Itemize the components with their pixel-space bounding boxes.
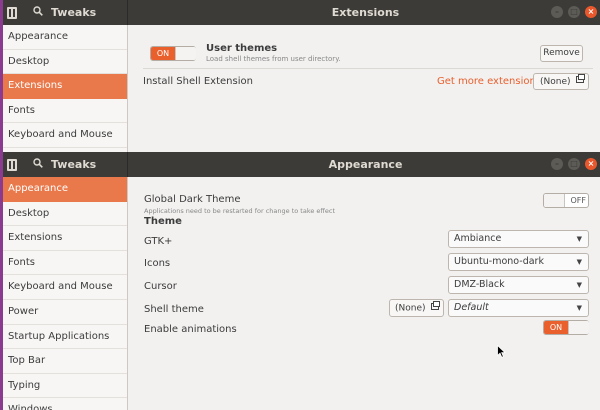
sidebar-item-desktop[interactable]: Desktop [3,50,127,75]
dropdown-arrow-icon: ▼ [576,304,582,312]
tweaks-app-icon [7,6,17,19]
minimize-icon[interactable]: – [551,158,563,170]
sidebar-item-extensions[interactable]: Extensions [3,74,127,99]
sidebar-item-appearance[interactable]: Appearance [3,25,127,50]
remove-button[interactable]: Remove [540,45,583,62]
tweaks-app-icon [7,158,17,171]
install-file-button[interactable]: (None) [533,73,589,90]
file-button-label: (None) [540,77,571,87]
maximize-icon[interactable]: □ [568,6,580,18]
user-themes-title: User themes [206,43,278,54]
sidebar-item-extensions[interactable]: Extensions [3,226,127,251]
cursor-theme-value: DMZ-Black [454,279,505,290]
global-dark-theme-subtitle: Applications need to be restarted for ch… [144,207,336,215]
file-icon [576,74,586,89]
shell-theme-value: Default [454,302,489,313]
enable-animations-toggle[interactable]: ON [543,320,589,335]
sidebar-item-windows[interactable]: Windows [3,398,127,410]
gtk-theme-value: Ambiance [454,233,502,244]
shell-theme-file-button[interactable]: (None) [389,299,444,317]
appearance-panel: Global Dark Theme Applications need to b… [129,177,600,410]
titlebar-left: Tweaks [3,152,128,177]
install-shell-extension-label: Install Shell Extension [143,76,253,87]
sidebar-item-fonts[interactable]: Fonts [3,251,127,276]
global-dark-theme-toggle[interactable]: OFF [543,193,589,208]
gtk-theme-dropdown[interactable]: Ambiance ▼ [448,230,589,248]
dropdown-arrow-icon: ▼ [576,258,582,266]
toggle-knob [544,194,565,207]
dropdown-arrow-icon: ▼ [576,281,582,289]
toggle-knob [568,321,589,334]
toggle-on-label: ON [544,321,568,334]
titlebar-title-area: Extensions – □ × [128,0,600,25]
sidebar-item-keyboard-and-mouse[interactable]: Keyboard and Mouse [3,275,127,300]
divider [143,68,593,69]
window-title: Extensions [331,6,400,19]
sidebar-item-startup-applications[interactable]: Startup Applications [3,325,127,350]
sidebar-item-power[interactable]: Power [3,300,127,325]
close-icon[interactable]: × [585,6,597,18]
icons-theme-value: Ubuntu-mono-dark [454,256,544,267]
toggle-off-label: OFF [570,196,587,205]
toggle-on-label: ON [151,47,175,60]
mouse-pointer-icon [497,343,507,362]
window-title: Appearance [328,158,403,171]
get-more-extensions-link[interactable]: Get more extensions [437,76,541,87]
sidebar-item-keyboard-and-mouse[interactable]: Keyboard and Mouse [3,123,127,148]
window-controls: – □ × [551,158,597,170]
sidebar-item-appearance[interactable]: Appearance [3,177,127,202]
titlebar[interactable]: Tweaks Extensions – □ × [3,0,600,25]
titlebar-title-area: Appearance – □ × [128,152,600,177]
close-icon[interactable]: × [585,158,597,170]
extensions-panel: ON User themes Load shell themes from us… [129,25,600,152]
maximize-icon[interactable]: □ [568,158,580,170]
gtk-label: GTK+ [144,236,173,247]
icons-theme-dropdown[interactable]: Ubuntu-mono-dark ▼ [448,253,589,271]
global-dark-theme-label: Global Dark Theme [144,194,241,205]
search-icon[interactable] [33,6,43,19]
sidebar-item-desktop[interactable]: Desktop [3,202,127,227]
icons-label: Icons [144,258,171,269]
shell-theme-label: Shell theme [144,304,204,315]
cursor-label: Cursor [144,281,177,292]
sidebar-item-typing[interactable]: Typing [3,374,127,399]
minimize-icon[interactable]: – [551,6,563,18]
tweaks-window-appearance: Tweaks Appearance – □ × Appearance Deskt… [0,152,600,410]
app-title: Tweaks [51,158,97,171]
user-themes-toggle[interactable]: ON [150,46,196,61]
window-controls: – □ × [551,6,597,18]
sidebar-item-top-bar[interactable]: Top Bar [3,349,127,374]
enable-animations-label: Enable animations [144,324,237,335]
sidebar-item-fonts[interactable]: Fonts [3,99,127,124]
sidebar: Appearance Desktop Extensions Fonts Keyb… [3,177,128,410]
theme-heading: Theme [144,216,182,227]
cursor-theme-dropdown[interactable]: DMZ-Black ▼ [448,276,589,294]
sidebar: Appearance Desktop Extensions Fonts Keyb… [3,25,128,152]
app-title: Tweaks [51,6,97,19]
titlebar[interactable]: Tweaks Appearance – □ × [3,152,600,177]
tweaks-window-extensions: Tweaks Extensions – □ × Appearance Deskt… [0,0,600,152]
dropdown-arrow-icon: ▼ [576,235,582,243]
toggle-knob [175,47,196,60]
user-themes-subtitle: Load shell themes from user directory. [206,55,341,63]
file-button-label: (None) [395,303,426,314]
shell-theme-dropdown[interactable]: Default ▼ [448,299,589,317]
file-icon [431,300,441,316]
titlebar-left: Tweaks [3,0,128,25]
search-icon[interactable] [33,158,43,171]
